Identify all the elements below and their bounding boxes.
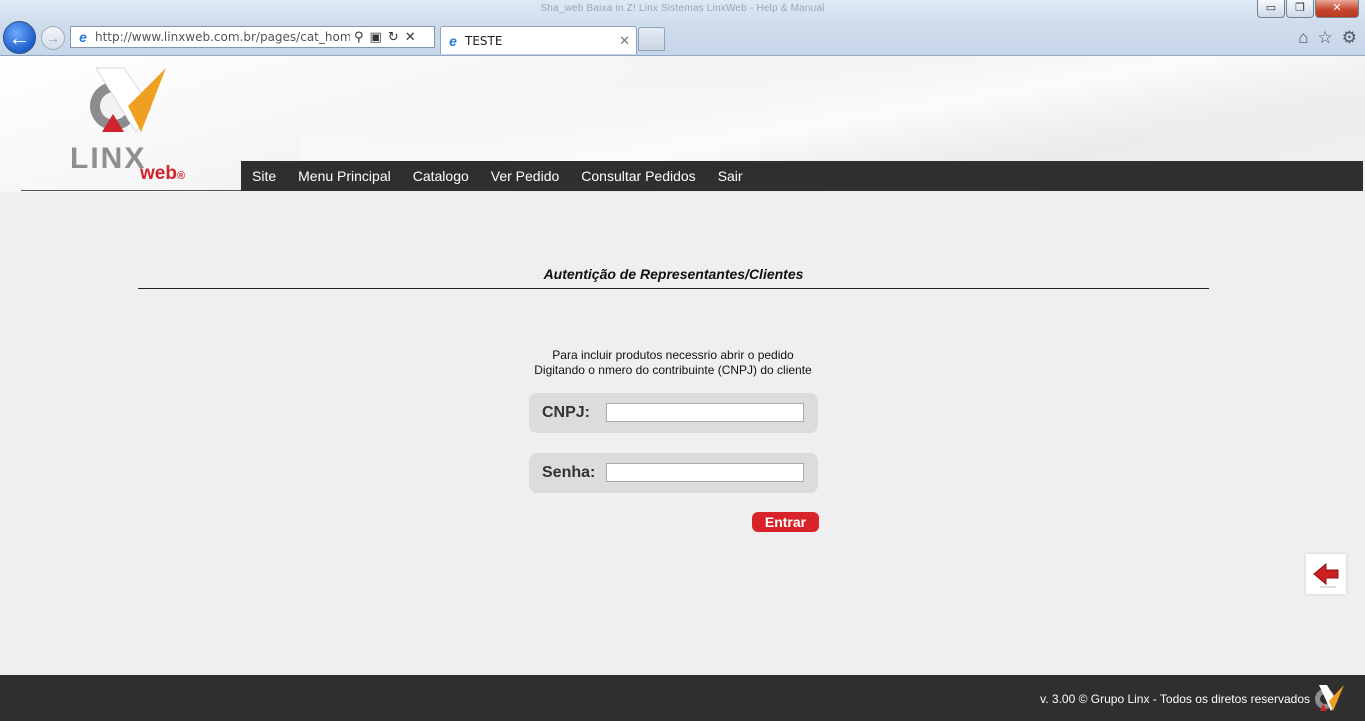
section-divider: [138, 288, 1209, 289]
registered-mark: ®: [176, 170, 186, 182]
maximize-button[interactable]: ❐: [1286, 0, 1314, 18]
tab-close-icon[interactable]: ✕: [619, 33, 630, 49]
red-back-arrow-icon: [1313, 562, 1339, 588]
tab-title: TESTE: [465, 33, 503, 48]
back-link[interactable]: [1306, 554, 1346, 594]
minimize-button[interactable]: ▭: [1257, 0, 1285, 18]
intro-line-1: Para incluir produtos necessrio abrir o …: [552, 348, 794, 362]
browser-tab[interactable]: e TESTE ✕: [440, 26, 637, 54]
search-icon[interactable]: ⚲: [354, 29, 364, 45]
address-tools: ⚲ ▣ ↻ ✕: [354, 29, 416, 45]
intro-text: Para incluir produtos necessrio abrir o …: [473, 348, 873, 378]
cnpj-field-group: CNPJ:: [529, 393, 818, 433]
favorites-star-icon[interactable]: ☆: [1318, 28, 1333, 48]
refresh-icon[interactable]: ↻: [388, 29, 399, 45]
window-title: Sha_web Baixa in Z! Linx Sistemas LinxWe…: [540, 3, 825, 14]
footer: v. 3.00 © Grupo Linx - Todos os diretos …: [0, 675, 1365, 721]
senha-field-group: Senha:: [529, 453, 818, 493]
logo-web-word: web: [140, 163, 177, 184]
menu-item-site[interactable]: Site: [241, 161, 287, 191]
forward-button[interactable]: →: [41, 26, 65, 50]
logo-x-icon: [90, 67, 166, 133]
close-window-button[interactable]: ✕: [1315, 0, 1359, 18]
ie-icon: e: [79, 29, 87, 45]
stop-icon[interactable]: ✕: [405, 29, 416, 45]
menu-item-menu-principal[interactable]: Menu Principal: [287, 161, 402, 191]
logo-underline: [21, 190, 241, 191]
menu-item-ver-pedido[interactable]: Ver Pedido: [480, 161, 571, 191]
forward-arrow-icon: →: [46, 30, 60, 46]
cnpj-label: CNPJ:: [542, 404, 591, 421]
browser-right-tools: ⌂ ☆ ⚙: [1298, 28, 1357, 48]
senha-input[interactable]: [606, 463, 804, 482]
browser-chrome: Sha_web Baixa in Z! Linx Sistemas LinxWe…: [0, 0, 1365, 56]
logo-web-text: web®: [140, 163, 185, 185]
page: LINX web® Site Menu Principal Catalogo V…: [0, 56, 1365, 721]
senha-label: Senha:: [542, 464, 596, 481]
back-arrow-icon: ←: [8, 25, 31, 50]
cnpj-input[interactable]: [606, 403, 804, 422]
compat-icon[interactable]: ▣: [370, 29, 382, 45]
header-swoosh: [300, 56, 1365, 161]
home-icon[interactable]: ⌂: [1298, 28, 1308, 48]
footer-logo-icon: [1315, 685, 1344, 711]
tools-gear-icon[interactable]: ⚙: [1342, 28, 1357, 48]
entrar-button[interactable]: Entrar: [752, 512, 819, 532]
main-menu: Site Menu Principal Catalogo Ver Pedido …: [241, 161, 1363, 191]
linx-web-logo[interactable]: LINX web®: [66, 66, 201, 184]
footer-copyright: v. 3.00 © Grupo Linx - Todos os diretos …: [1040, 692, 1310, 706]
window-controls: ▭ ❐ ✕: [1257, 0, 1359, 18]
url-text[interactable]: http://www.linxweb.com.br/pages/cat_home…: [95, 30, 350, 44]
tab-ie-icon: e: [449, 32, 457, 49]
logo-linx-text: LINX: [70, 142, 147, 175]
address-bar[interactable]: e http://www.linxweb.com.br/pages/cat_ho…: [70, 26, 435, 48]
back-button[interactable]: ←: [3, 21, 36, 54]
section-title: Autentição de Representantes/Clientes: [543, 266, 804, 282]
intro-line-2: Digitando o nmero do contribuinte (CNPJ)…: [534, 363, 812, 377]
new-tab-button[interactable]: [638, 27, 665, 51]
menu-item-consultar-pedidos[interactable]: Consultar Pedidos: [570, 161, 706, 191]
menu-item-catalogo[interactable]: Catalogo: [402, 161, 480, 191]
menu-item-sair[interactable]: Sair: [707, 161, 754, 191]
